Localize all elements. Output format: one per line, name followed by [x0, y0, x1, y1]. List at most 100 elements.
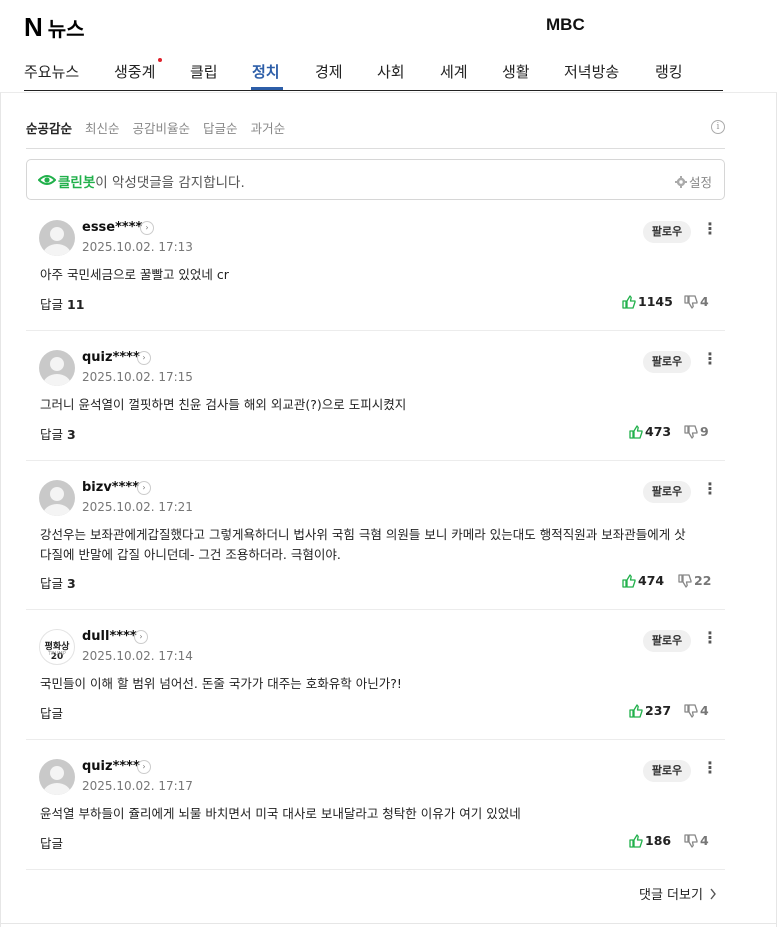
live-indicator-dot	[158, 58, 162, 62]
like-count: 473	[645, 424, 672, 439]
tab-economy[interactable]: 경제	[315, 61, 343, 82]
more-comments-label: 댓글 더보기	[639, 888, 703, 903]
dislike-count: 4	[700, 703, 709, 718]
sort-best[interactable]: 순공감순	[26, 118, 72, 137]
avatar[interactable]	[39, 350, 75, 386]
cleanbot-brand: 클린봇	[58, 175, 96, 191]
avatar[interactable]	[39, 220, 75, 256]
tab-society[interactable]: 사회	[377, 61, 405, 82]
follow-button[interactable]: 팔로우	[643, 760, 691, 782]
dislike-button[interactable]: 22	[678, 573, 711, 588]
tab-ranking[interactable]: 랭킹	[655, 61, 683, 82]
comment-item: bizv**** › 2025.10.02. 17:21 팔로우 ⋮ 강선우는 …	[26, 461, 725, 610]
tab-politics[interactable]: 정치	[252, 61, 280, 82]
chevron-right-icon	[710, 888, 716, 899]
chevron-right-icon[interactable]: ›	[140, 221, 154, 235]
comment-item: esse**** › 2025.10.02. 17:13 팔로우 ⋮ 아주 국민…	[26, 201, 725, 331]
comment-text: 국민들이 이해 할 범위 넘어선. 돈줄 국가가 대주는 호화유학 아닌가?!	[40, 676, 402, 691]
like-button[interactable]: 1145	[622, 294, 673, 309]
reply-button[interactable]: 답글 3	[40, 424, 76, 443]
thumbs-up-icon	[622, 294, 636, 309]
thumbs-down-icon	[684, 703, 698, 718]
tab-main-news[interactable]: 주요뉴스	[24, 61, 79, 82]
cleanbot-message: 이 악성댓글을 감지합니다.	[95, 175, 245, 191]
like-button[interactable]: 473	[629, 424, 671, 439]
reply-button[interactable]: 답글	[40, 703, 63, 722]
comment-text-line: 다질에 반말에 갑질 아니던데- 그건 조용하더라. 극혐이야.	[40, 547, 341, 562]
tab-life[interactable]: 생활	[502, 61, 530, 82]
gear-icon	[674, 175, 687, 188]
thumbs-up-icon	[629, 703, 643, 718]
reply-count: 3	[67, 427, 76, 442]
reply-count: 11	[67, 297, 85, 312]
comment-text: 윤석열 부하들이 쥴리에게 뇌물 바치면서 미국 대사로 보내달라고 청탁한 이…	[40, 806, 521, 821]
sort-replies[interactable]: 답글순	[203, 118, 238, 137]
thumbs-down-icon	[684, 294, 698, 309]
avatar[interactable]: 평화상20 TRUMP	[39, 629, 75, 665]
sort-oldest[interactable]: 과거순	[251, 118, 286, 137]
tabs-divider	[24, 90, 723, 91]
dislike-button[interactable]: 4	[684, 703, 709, 718]
tab-evening[interactable]: 저녁방송	[564, 61, 619, 82]
comment-nickname[interactable]: esse****	[82, 220, 142, 235]
nav-tabs: 주요뉴스 생중계 클립 정치 경제 사회 세계 생활 저녁방송 랭킹	[0, 58, 777, 92]
like-button[interactable]: 474	[622, 573, 664, 588]
thumbs-up-icon	[622, 573, 636, 588]
tab-clip[interactable]: 클립	[190, 61, 218, 82]
dislike-count: 9	[700, 424, 709, 439]
like-button[interactable]: 237	[629, 703, 671, 718]
cleanbot-eye-icon	[38, 175, 56, 185]
avatar[interactable]	[39, 759, 75, 795]
chevron-right-icon[interactable]: ›	[137, 351, 151, 365]
follow-button[interactable]: 팔로우	[643, 221, 691, 243]
chevron-right-icon[interactable]: ›	[137, 760, 151, 774]
press-name[interactable]: MBC	[546, 15, 585, 35]
comment-nickname[interactable]: bizv****	[82, 480, 139, 495]
comment-date: 2025.10.02. 17:15	[82, 370, 193, 384]
like-count: 186	[645, 833, 672, 848]
comment-nickname[interactable]: dull****	[82, 629, 137, 644]
like-count: 474	[638, 573, 665, 588]
more-options-icon[interactable]: ⋮	[702, 221, 718, 239]
more-options-icon[interactable]: ⋮	[702, 630, 718, 648]
header: N 뉴스 MBC 주요뉴스 생중계 클립 정치 경제 사회 세계 생활 저녁방송…	[0, 0, 777, 92]
reply-count: 3	[67, 576, 76, 591]
info-icon[interactable]: i	[711, 120, 725, 134]
follow-button[interactable]: 팔로우	[643, 630, 691, 652]
avatar[interactable]	[39, 480, 75, 516]
comment-text: 그러니 윤석열이 껄핏하면 친윤 검사들 해외 외교관(?)으로 도피시켰지	[40, 397, 407, 412]
dislike-count: 22	[694, 573, 712, 588]
more-options-icon[interactable]: ⋮	[702, 351, 718, 369]
settings-label: 설정	[688, 175, 712, 190]
comment-date: 2025.10.02. 17:14	[82, 649, 193, 663]
like-button[interactable]: 186	[629, 833, 671, 848]
dislike-count: 4	[700, 833, 709, 848]
more-comments-button[interactable]: 댓글 더보기	[639, 884, 717, 903]
chevron-right-icon[interactable]: ›	[137, 481, 151, 495]
cleanbot-settings-button[interactable]: 설정	[674, 172, 712, 191]
naver-news-logo[interactable]: N 뉴스	[24, 12, 85, 43]
comment-nickname[interactable]: quiz****	[82, 759, 140, 774]
comment-item: 평화상20 TRUMP dull**** › 2025.10.02. 17:14…	[26, 610, 725, 740]
comment-nickname[interactable]: quiz****	[82, 350, 140, 365]
thumbs-up-icon	[629, 424, 643, 439]
comment-date: 2025.10.02. 17:13	[82, 240, 193, 254]
reply-button[interactable]: 답글 11	[40, 294, 84, 313]
dislike-button[interactable]: 4	[684, 833, 709, 848]
comment-item: quiz**** › 2025.10.02. 17:17 팔로우 ⋮ 윤석열 부…	[26, 740, 725, 870]
tab-live[interactable]: 생중계	[114, 61, 155, 82]
follow-button[interactable]: 팔로우	[643, 351, 691, 373]
reply-button[interactable]: 답글	[40, 833, 63, 852]
sort-latest[interactable]: 최신순	[85, 118, 120, 137]
tab-world[interactable]: 세계	[440, 61, 468, 82]
more-options-icon[interactable]: ⋮	[702, 760, 718, 778]
sort-ratio[interactable]: 공감비율순	[133, 118, 191, 137]
follow-button[interactable]: 팔로우	[643, 481, 691, 503]
dislike-button[interactable]: 9	[684, 424, 709, 439]
chevron-right-icon[interactable]: ›	[134, 630, 148, 644]
thumbs-down-icon	[684, 424, 698, 439]
reply-button[interactable]: 답글 3	[40, 573, 76, 592]
dislike-button[interactable]: 4	[684, 294, 709, 309]
more-options-icon[interactable]: ⋮	[702, 481, 718, 499]
comment-item: quiz**** › 2025.10.02. 17:15 팔로우 ⋮ 그러니 윤…	[26, 331, 725, 461]
